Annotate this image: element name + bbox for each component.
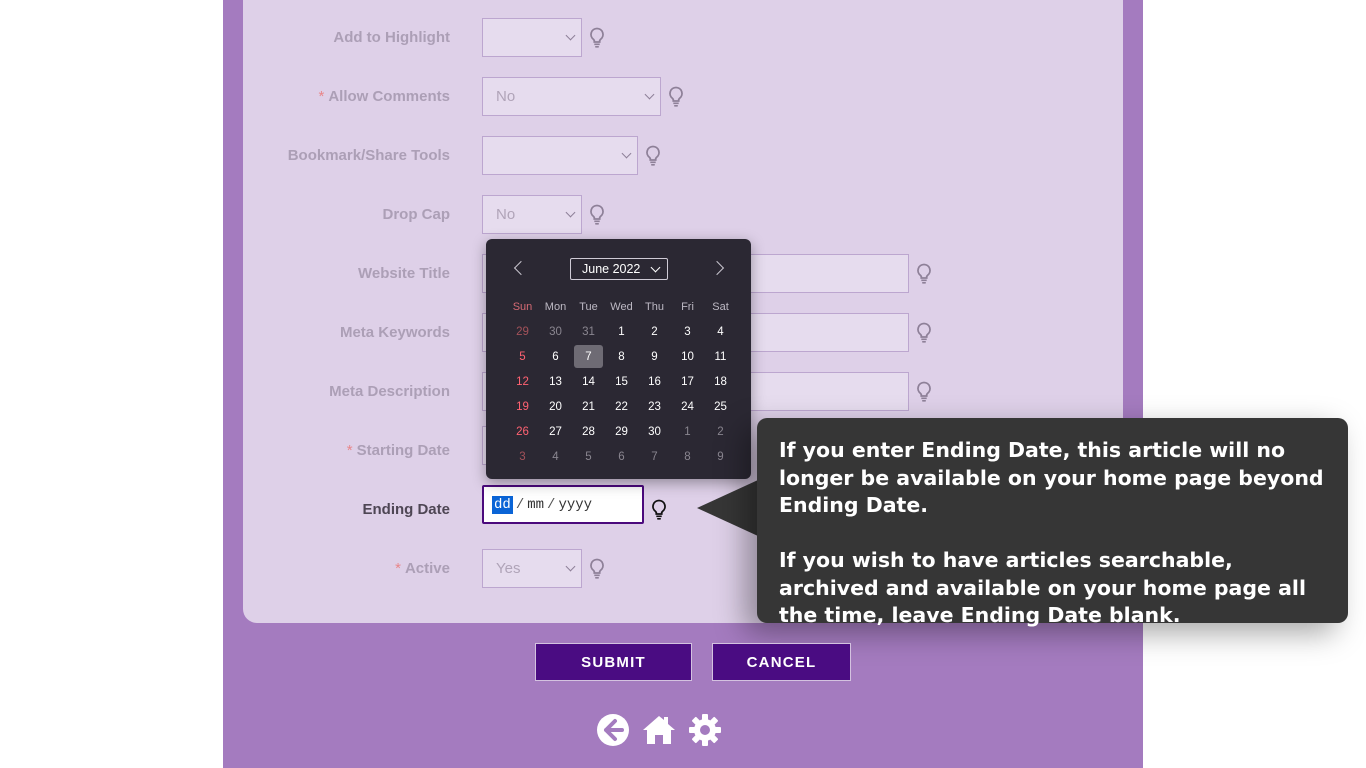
submit-button[interactable]: SUBMIT — [535, 643, 692, 681]
active-select[interactable]: Yes — [482, 549, 582, 588]
calendar-day[interactable]: 1 — [671, 419, 704, 444]
calendar-day[interactable]: 4 — [704, 319, 737, 344]
calendar-day[interactable]: 12 — [506, 369, 539, 394]
calendar-day[interactable]: 26 — [506, 419, 539, 444]
calendar-day[interactable]: 15 — [605, 369, 638, 394]
calendar-day[interactable]: 16 — [638, 369, 671, 394]
calendar-day[interactable]: 2 — [704, 419, 737, 444]
calendar-day-selected[interactable]: 7 — [574, 345, 603, 368]
cancel-button[interactable]: CANCEL — [712, 643, 851, 681]
calendar-day[interactable]: 13 — [539, 369, 572, 394]
calendar-day[interactable]: 4 — [539, 444, 572, 469]
lightbulb-hint-icon[interactable] — [668, 86, 684, 108]
chevron-down-icon — [621, 148, 632, 159]
calendar-day[interactable]: 10 — [671, 344, 704, 369]
tooltip-paragraph: If you enter Ending Date, this article w… — [779, 438, 1324, 517]
lightbulb-hint-icon[interactable] — [916, 263, 932, 285]
lightbulb-hint-icon[interactable] — [589, 204, 605, 226]
label-bookmark-share-tools: Bookmark/Share Tools — [287, 147, 450, 164]
weekday-header: Mon — [544, 300, 567, 313]
calendar-day[interactable]: 31 — [572, 319, 605, 344]
label-website-title: Website Title — [358, 265, 450, 282]
gear-icon[interactable] — [688, 713, 722, 747]
calendar-day[interactable]: 9 — [704, 444, 737, 469]
lightbulb-hint-icon[interactable] — [645, 145, 661, 167]
calendar-grid: Sun Mon Tue Wed Thu Fri Sat 29 30 31 1 2 3 4 5 6 7 8 9 10 11… — [506, 294, 737, 469]
month-year-select[interactable]: June 2022 — [570, 258, 668, 280]
calendar-day[interactable]: 23 — [638, 394, 671, 419]
bookmark-share-tools-select[interactable] — [482, 136, 638, 175]
calendar-day[interactable]: 24 — [671, 394, 704, 419]
chevron-down-icon — [644, 89, 655, 100]
date-segment-month[interactable]: mm — [527, 497, 544, 513]
label-meta-description: Meta Description — [329, 383, 450, 400]
calendar-day[interactable]: 28 — [572, 419, 605, 444]
calendar-day[interactable]: 29 — [506, 319, 539, 344]
back-arrow-icon[interactable] — [596, 713, 630, 747]
calendar-day[interactable]: 21 — [572, 394, 605, 419]
calendar-day[interactable]: 1 — [605, 319, 638, 344]
lightbulb-hint-icon[interactable] — [916, 322, 932, 344]
weekday-header: Wed — [610, 300, 633, 313]
label-active: * Active — [395, 560, 450, 577]
allow-comments-select[interactable]: No — [482, 77, 661, 116]
calendar-day[interactable]: 3 — [671, 319, 704, 344]
calendar-day[interactable]: 5 — [506, 344, 539, 369]
calendar-day[interactable]: 6 — [605, 444, 638, 469]
weekday-header: Fri — [681, 300, 694, 313]
weekday-header: Sun — [512, 300, 533, 313]
page: Add to Highlight * Allow Comments No Book… — [0, 0, 1366, 768]
calendar-day[interactable]: 2 — [638, 319, 671, 344]
calendar-day[interactable]: 7 — [638, 444, 671, 469]
chevron-down-icon — [650, 262, 661, 273]
calendar-day[interactable]: 18 — [704, 369, 737, 394]
calendar-day[interactable]: 30 — [539, 319, 572, 344]
calendar-day[interactable]: 3 — [506, 444, 539, 469]
chevron-down-icon — [565, 30, 576, 41]
calendar-day[interactable]: 8 — [605, 344, 638, 369]
lightbulb-hint-icon[interactable] — [589, 27, 605, 49]
weekday-header: Tue — [579, 300, 598, 313]
calendar-day[interactable]: 27 — [539, 419, 572, 444]
calendar-day[interactable]: 30 — [638, 419, 671, 444]
calendar-day[interactable]: 8 — [671, 444, 704, 469]
chevron-left-icon[interactable] — [513, 260, 529, 276]
tooltip-paragraph: If you wish to have articles searchable,… — [779, 548, 1306, 627]
lightbulb-hint-icon-active[interactable] — [651, 499, 667, 521]
calendar-day[interactable]: 5 — [572, 444, 605, 469]
calendar-day[interactable]: 29 — [605, 419, 638, 444]
lightbulb-hint-icon[interactable] — [916, 381, 932, 403]
ending-date-help-tooltip: If you enter Ending Date, this article w… — [757, 418, 1348, 627]
date-picker-popup: June 2022 Sun Mon Tue Wed Thu Fri Sat 29 30 31 1 2 3… — [486, 239, 751, 479]
date-segment-year[interactable]: yyyy — [558, 497, 592, 513]
drop-cap-select[interactable]: No — [482, 195, 582, 234]
tooltip-arrow — [697, 480, 758, 536]
label-add-to-highlight: Add to Highlight — [333, 29, 450, 46]
label-allow-comments: * Allow Comments — [318, 88, 450, 105]
weekday-header: Sat — [712, 300, 729, 313]
label-drop-cap: Drop Cap — [382, 206, 451, 223]
calendar-day[interactable]: 20 — [539, 394, 572, 419]
lightbulb-hint-icon[interactable] — [589, 558, 605, 580]
label-meta-keywords: Meta Keywords — [339, 324, 450, 341]
home-icon[interactable] — [642, 713, 676, 747]
calendar-day[interactable]: 17 — [671, 369, 704, 394]
calendar-day[interactable]: 6 — [539, 344, 572, 369]
weekday-header: Thu — [645, 300, 664, 313]
label-starting-date: * Starting Date — [346, 442, 450, 459]
date-segment-day[interactable]: dd — [492, 495, 513, 514]
chevron-down-icon — [565, 561, 576, 572]
calendar-day[interactable]: 11 — [704, 344, 737, 369]
ending-date-input[interactable]: dd / mm / yyyy — [482, 485, 644, 524]
add-to-highlight-select[interactable] — [482, 18, 582, 57]
calendar-day[interactable]: 9 — [638, 344, 671, 369]
calendar-day[interactable]: 19 — [506, 394, 539, 419]
calendar-day[interactable]: 25 — [704, 394, 737, 419]
chevron-down-icon — [565, 207, 576, 218]
calendar-day[interactable]: 22 — [605, 394, 638, 419]
chevron-right-icon[interactable] — [709, 260, 725, 276]
label-ending-date: Ending Date — [362, 501, 450, 518]
calendar-day[interactable]: 14 — [572, 369, 605, 394]
